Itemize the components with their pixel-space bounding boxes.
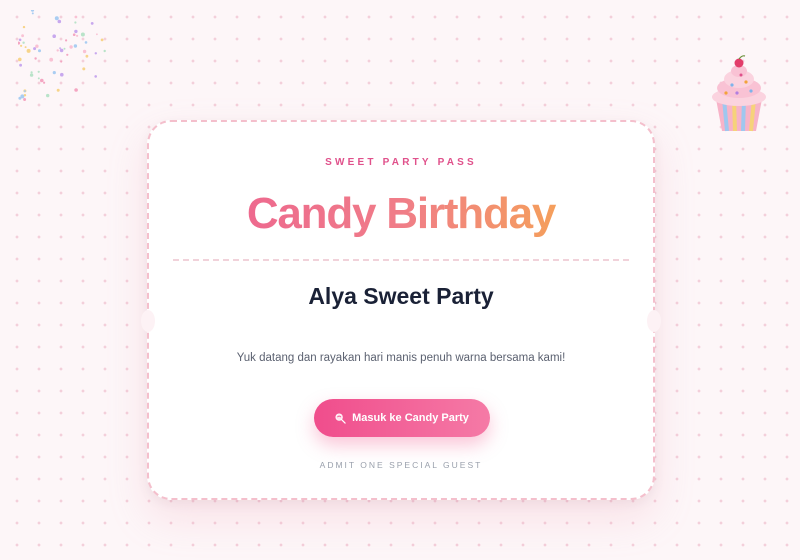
lollipop-icon: [335, 412, 346, 424]
confetti-dot: [94, 52, 98, 55]
confetti-dot: [18, 96, 22, 100]
confetti-dot: [80, 32, 85, 37]
confetti-dot: [21, 34, 24, 38]
confetti-dot: [74, 21, 77, 24]
confetti-dot: [18, 57, 22, 62]
confetti-dot: [30, 71, 33, 74]
confetti-dot: [94, 75, 97, 78]
confetti-dot: [34, 57, 37, 60]
confetti-dot: [22, 25, 26, 29]
confetti-dot: [18, 41, 21, 45]
ticket-eyebrow: SWEET PARTY PASS: [325, 157, 477, 168]
confetti-dot: [43, 81, 46, 84]
confetti-dot: [82, 67, 86, 71]
confetti-dot: [23, 90, 26, 93]
enter-party-label: Masuk ke Candy Party: [352, 412, 469, 424]
confetti-dot: [52, 34, 56, 38]
confetti-dot: [60, 72, 64, 77]
confetti-dot: [65, 39, 68, 42]
confetti-dot: [30, 10, 35, 12]
confetti-dot: [82, 49, 87, 54]
confetti-dot: [56, 88, 60, 92]
confetti-dot: [37, 77, 40, 80]
confetti-decoration: [18, 10, 106, 101]
confetti-dot: [56, 49, 59, 52]
admit-text: ADMIT ONE SPECIAL GUEST: [319, 460, 483, 470]
confetti-dot: [66, 53, 69, 56]
confetti-dot: [37, 70, 40, 73]
ticket-notch-left: [141, 310, 155, 332]
confetti-dot: [18, 38, 22, 42]
confetti-dot: [69, 45, 73, 49]
confetti-dot: [74, 29, 78, 34]
confetti-dot: [76, 34, 79, 37]
confetti-dot: [19, 63, 22, 67]
confetti-dot: [46, 93, 50, 98]
confetti-dot: [59, 47, 61, 49]
confetti-dot: [52, 71, 56, 75]
confetti-dot: [57, 19, 62, 24]
confetti-dot: [40, 78, 44, 83]
confetti-dot: [31, 12, 34, 15]
confetti-dot: [84, 41, 88, 44]
confetti-dot: [23, 98, 27, 101]
confetti-dot: [100, 38, 104, 42]
confetti-dot: [54, 16, 59, 21]
confetti-dot: [59, 48, 64, 53]
party-ticket-card: SWEET PARTY PASS Candy Birthday Alya Swe…: [141, 120, 661, 500]
enter-party-button[interactable]: Masuk ke Candy Party: [314, 399, 490, 437]
confetti-dot: [33, 47, 37, 51]
confetti-dot: [96, 33, 98, 36]
confetti-dot: [74, 15, 78, 19]
confetti-dot: [38, 49, 41, 53]
ticket-divider: [173, 259, 629, 261]
confetti-dot: [60, 60, 63, 63]
confetti-dot: [72, 33, 76, 36]
confetti-dot: [20, 44, 23, 47]
confetti-dot: [63, 47, 66, 50]
confetti-dot: [90, 22, 94, 25]
confetti-dot: [29, 73, 34, 77]
ticket-title: Candy Birthday: [149, 188, 653, 240]
confetti-dot: [35, 44, 39, 48]
confetti-dot: [23, 94, 27, 97]
cupcake-icon: [712, 55, 766, 132]
ticket-notch-right: [647, 310, 661, 332]
confetti-dot: [24, 46, 27, 49]
confetti-dot: [74, 88, 78, 92]
event-name: Alya Sweet Party: [308, 283, 494, 309]
confetti-dot: [49, 57, 54, 62]
confetti-dot: [73, 44, 78, 48]
event-description: Yuk datang dan rayakan hari manis penuh …: [236, 352, 566, 364]
confetti-dot: [103, 49, 106, 53]
confetti-dot: [85, 54, 89, 58]
confetti-dot: [26, 48, 31, 53]
confetti-dot: [22, 41, 25, 44]
